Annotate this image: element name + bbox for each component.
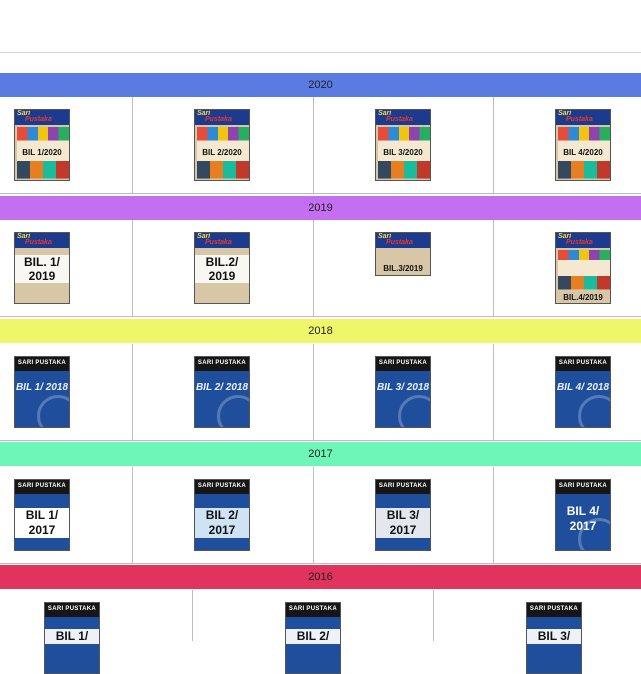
magazine-cover-link[interactable]: SARI PUSTAKA BIL 3/ 2018 <box>375 356 431 428</box>
issue-label: BIL 2/ 2017 <box>195 508 249 538</box>
magazine-cover-link[interactable]: SARI PUSTAKA BIL 2/ 2017 <box>194 479 250 551</box>
year-label: 2018 <box>308 325 333 337</box>
cover-brand: SARI PUSTAKA <box>558 360 608 366</box>
issue-cell: SARI PUSTAKA BIL 2/ <box>193 590 434 674</box>
magazine-cover-link[interactable]: SARI PUSTAKA BIL 3/ 2017 <box>375 479 431 551</box>
issue-cell: SARI PUSTAKA BIL 3/ 2017 <box>314 467 494 564</box>
issue-label: BIL 1/ 2017 <box>15 508 69 538</box>
magazine-cover-link[interactable]: Sari Pustaka BIL.3/2019 <box>375 232 431 276</box>
cover-brand: SARI PUSTAKA <box>17 483 67 489</box>
issue-label: BIL 2/ <box>286 629 340 644</box>
magazine-cover-link[interactable]: SARI PUSTAKA BIL 4/ 2017 <box>555 479 611 551</box>
issue-label: BIL 1/2020 <box>22 148 62 157</box>
issue-cell: Sari Pustaka BIL 3/2020 <box>314 97 494 194</box>
issue-label: BIL 2/2020 <box>202 148 242 157</box>
magazine-cover-link[interactable]: Sari Pustaka BIL.2/ 2019 <box>194 232 250 304</box>
year-header-2016: 2016 <box>0 565 641 589</box>
magazine-cover-link[interactable]: SARI PUSTAKA BIL 2/ 2018 <box>194 356 250 428</box>
issue-label: BIL 2/ 2018 <box>195 382 249 393</box>
issue-cell: SARI PUSTAKA BIL 4/ 2017 <box>494 467 641 564</box>
issue-cell: SARI PUSTAKA BIL 3/ <box>434 590 641 674</box>
year-label: 2017 <box>308 448 333 460</box>
year-header-2018: 2018 <box>0 319 641 343</box>
cover-brand: SARI PUSTAKA <box>288 606 338 612</box>
issue-cell: SARI PUSTAKA BIL 1/ 2018 <box>0 344 133 441</box>
issue-cell: Sari Pustaka BIL 4/2020 <box>494 97 641 194</box>
top-bar <box>0 0 641 53</box>
issue-cell: Sari Pustaka BIL.4/2019 <box>494 220 641 317</box>
issue-cell: SARI PUSTAKA BIL 2/ 2017 <box>133 467 314 564</box>
magazine-cover-link[interactable]: Sari Pustaka BIL.4/2019 <box>555 232 611 304</box>
magazine-cover-link[interactable]: SARI PUSTAKA BIL 1/ 2017 <box>14 479 70 551</box>
cover-brand: SARI PUSTAKA <box>197 360 247 366</box>
issue-label: BIL 4/2020 <box>563 148 603 157</box>
year-label: 2020 <box>308 79 333 91</box>
issue-cell: Sari Pustaka BIL 1/2020 <box>0 97 133 194</box>
issue-label: BIL 1/ 2018 <box>15 382 69 393</box>
issue-label: BIL 4/ 2018 <box>556 382 610 393</box>
issue-cell: SARI PUSTAKA BIL 4/ 2018 <box>494 344 641 441</box>
issue-label: BIL.3/2019 <box>383 264 423 273</box>
magazine-cover-link[interactable]: Sari Pustaka BIL. 1/ 2019 <box>14 232 70 304</box>
magazine-cover-link[interactable]: Sari Pustaka BIL 1/2020 <box>14 109 70 181</box>
issue-cell: Sari Pustaka BIL.2/ 2019 <box>133 220 314 317</box>
issue-label: BIL. 1/ 2019 <box>15 255 69 283</box>
issue-cell: SARI PUSTAKA BIL 2/ 2018 <box>133 344 314 441</box>
cover-brand: SARI PUSTAKA <box>378 360 428 366</box>
cover-brand: SARI PUSTAKA <box>47 606 97 612</box>
issue-cell: SARI PUSTAKA BIL 3/ 2018 <box>314 344 494 441</box>
issue-label: BIL 4/ 2017 <box>566 504 600 533</box>
magazine-cover-link[interactable]: SARI PUSTAKA BIL 1/ 2018 <box>14 356 70 428</box>
magazine-cover-link[interactable]: Sari Pustaka BIL 4/2020 <box>555 109 611 181</box>
cover-brand: SARI PUSTAKA <box>558 483 608 489</box>
issue-label: BIL 3/ <box>527 629 581 644</box>
issue-label: BIL.4/2019 <box>563 293 603 302</box>
cover-brand: SARI PUSTAKA <box>17 360 67 366</box>
issue-cell: Sari Pustaka BIL 2/2020 <box>133 97 314 194</box>
year-label: 2016 <box>308 571 333 583</box>
year-label: 2019 <box>308 202 333 214</box>
issue-cell: SARI PUSTAKA BIL 1/ 2017 <box>0 467 133 564</box>
magazine-cover-link[interactable]: SARI PUSTAKA BIL 3/ <box>526 602 582 674</box>
magazine-cover-link[interactable]: Sari Pustaka BIL 2/2020 <box>194 109 250 181</box>
issue-cell: Sari Pustaka BIL.3/2019 <box>314 220 494 317</box>
magazine-cover-link[interactable]: Sari Pustaka BIL 3/2020 <box>375 109 431 181</box>
issue-label: BIL 1/ <box>45 629 99 644</box>
issue-cell: SARI PUSTAKA BIL 1/ <box>0 590 193 674</box>
magazine-cover-link[interactable]: SARI PUSTAKA BIL 4/ 2018 <box>555 356 611 428</box>
cover-brand: SARI PUSTAKA <box>378 483 428 489</box>
issue-label: BIL 3/2020 <box>383 148 423 157</box>
issue-label: BIL 3/ 2018 <box>376 382 430 393</box>
issue-label: BIL 3/ 2017 <box>376 508 430 538</box>
issue-label: BIL.2/ 2019 <box>195 255 249 283</box>
year-header-2020: 2020 <box>0 73 641 97</box>
year-header-2019: 2019 <box>0 196 641 220</box>
cover-brand: SARI PUSTAKA <box>197 483 247 489</box>
magazine-cover-link[interactable]: SARI PUSTAKA BIL 1/ <box>44 602 100 674</box>
year-header-2017: 2017 <box>0 442 641 466</box>
cover-brand: SARI PUSTAKA <box>529 606 579 612</box>
issue-cell: Sari Pustaka BIL. 1/ 2019 <box>0 220 133 317</box>
magazine-cover-link[interactable]: SARI PUSTAKA BIL 2/ <box>285 602 341 674</box>
